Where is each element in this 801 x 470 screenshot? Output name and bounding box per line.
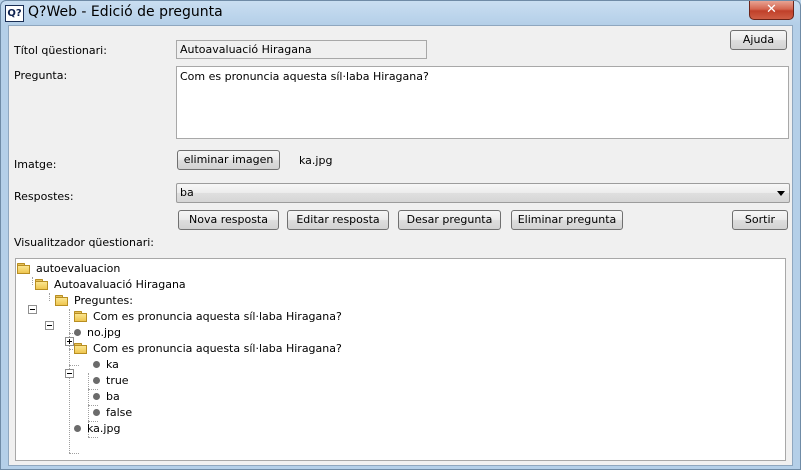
- tree-connector: [32, 277, 33, 285]
- tree-node-answer[interactable]: ba: [90, 389, 120, 405]
- folder-icon: [55, 294, 69, 306]
- edit-answer-button[interactable]: Editar resposta: [287, 210, 389, 230]
- tree-node-label: no.jpg: [87, 326, 122, 339]
- folder-icon: [74, 310, 88, 322]
- tree-node-answer[interactable]: ka: [90, 357, 119, 373]
- tree-node-questionnaire[interactable]: Autoavaluació Hiragana: [35, 277, 186, 293]
- tree-node-label: Autoavaluació Hiragana: [54, 278, 186, 291]
- tree-node-answer[interactable]: true: [90, 373, 129, 389]
- questionnaire-viewer-label: Visualitzador qüestionari:: [14, 236, 155, 249]
- bullet-icon: [74, 425, 81, 432]
- help-button[interactable]: Ajuda: [730, 30, 787, 50]
- delete-question-button[interactable]: Eliminar pregunta: [511, 210, 623, 230]
- dialog-client-area: Ajuda Títol qüestionari: Autoavaluació H…: [8, 25, 793, 466]
- tree-node-questions[interactable]: Preguntes:: [55, 293, 133, 309]
- app-logo-icon: Q?: [5, 5, 24, 22]
- collapse-toggle-icon[interactable]: [65, 369, 74, 378]
- tree-node-question-2[interactable]: Com es pronuncia aquesta síl·laba Hiraga…: [74, 341, 342, 357]
- folder-icon: [17, 262, 31, 274]
- tree-node-image[interactable]: ka.jpg: [71, 421, 120, 437]
- questionnaire-tree-view[interactable]: autoevaluacion Autoavaluació Hiragana Pr…: [15, 258, 786, 461]
- new-answer-button[interactable]: Nova resposta: [178, 210, 279, 230]
- tree-node-label: ka: [106, 358, 119, 371]
- bullet-icon: [74, 329, 81, 336]
- bullet-icon: [93, 361, 100, 368]
- remove-image-button[interactable]: eliminar imagen: [177, 150, 280, 170]
- save-question-button[interactable]: Desar pregunta: [398, 210, 501, 230]
- collapse-toggle-icon[interactable]: [45, 321, 54, 330]
- tree-node-label: true: [106, 374, 129, 387]
- bullet-icon: [93, 393, 100, 400]
- answers-dropdown[interactable]: ba: [176, 183, 790, 203]
- tree-node-answer[interactable]: false: [90, 405, 132, 421]
- tree-connector: [69, 453, 79, 454]
- answers-label: Respostes:: [14, 190, 74, 203]
- question-label: Pregunta:: [14, 69, 68, 82]
- exit-button[interactable]: Sortir: [732, 210, 788, 230]
- tree-connector: [69, 309, 70, 453]
- bullet-icon: [93, 409, 100, 416]
- tree-node-label: Com es pronuncia aquesta síl·laba Hiraga…: [93, 342, 342, 355]
- questionnaire-title-label: Títol qüestionari:: [14, 44, 107, 57]
- question-textarea[interactable]: Com es pronuncia aquesta síl·laba Hiraga…: [176, 66, 789, 139]
- tree-connector: [88, 437, 98, 438]
- tree-node-label: ba: [106, 390, 120, 403]
- collapse-toggle-icon[interactable]: [28, 305, 37, 314]
- window-title: Q?Web - Edició de pregunta: [28, 4, 223, 20]
- image-filename: ka.jpg: [299, 154, 333, 167]
- tree-connector: [49, 293, 50, 301]
- tree-node-root[interactable]: autoevaluacion: [17, 261, 120, 277]
- tree-node-label: false: [106, 406, 133, 419]
- dropdown-arrow-icon: [777, 191, 785, 196]
- image-label: Imatge:: [14, 158, 57, 171]
- tree-node-label: Preguntes:: [74, 294, 133, 307]
- tree-node-image[interactable]: no.jpg: [71, 325, 121, 341]
- folder-icon: [74, 342, 88, 354]
- questionnaire-title-field[interactable]: Autoavaluació Hiragana: [176, 40, 427, 59]
- tree-node-label: ka.jpg: [87, 422, 121, 435]
- close-window-button[interactable]: ✕: [749, 1, 794, 20]
- tree-connector: [69, 365, 79, 366]
- title-bar[interactable]: Q? Q?Web - Edició de pregunta ✕: [1, 1, 800, 25]
- application-window: Q? Q?Web - Edició de pregunta ✕ Ajuda Tí…: [0, 0, 801, 470]
- tree-node-question-1[interactable]: Com es pronuncia aquesta síl·laba Hiraga…: [74, 309, 342, 325]
- bullet-icon: [93, 377, 100, 384]
- folder-icon: [35, 278, 49, 290]
- answers-selected-value: ba: [180, 186, 194, 199]
- tree-node-label: Com es pronuncia aquesta síl·laba Hiraga…: [93, 310, 342, 323]
- tree-node-label: autoevaluacion: [36, 262, 121, 275]
